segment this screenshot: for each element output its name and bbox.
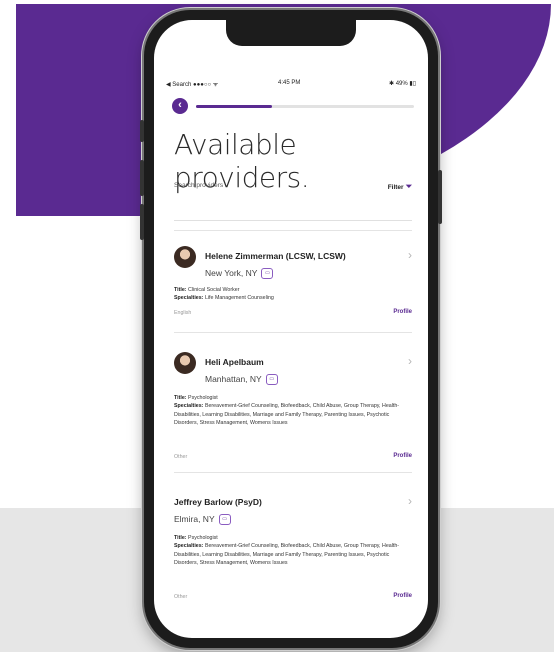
- phone-notch: [226, 20, 356, 46]
- provider-name: Helene Zimmerman (LCSW, LCSW): [205, 251, 346, 261]
- divider: [174, 332, 412, 333]
- search-row: Search providers Filter ⏷: [174, 182, 412, 196]
- avatar: [174, 352, 196, 374]
- chevron-left-icon: ‹: [178, 99, 182, 111]
- provider-specialties: Life Management Counseling: [204, 295, 274, 302]
- phone-screen: ◀ Search ●●●○○ ᯤ 4:45 PM ✱ 49% ▮▯ ‹ Avai…: [154, 20, 428, 638]
- top-nav: ‹: [172, 98, 414, 116]
- specialties-label: Specialties:: [174, 403, 204, 410]
- provider-location-text: Elmira, NY: [174, 514, 215, 524]
- status-carrier: ◀ Search ●●●○○ ᯤ: [166, 82, 219, 88]
- status-bar: ◀ Search ●●●○○ ᯤ 4:45 PM ✱ 49% ▮▯: [166, 80, 416, 92]
- provider-card[interactable]: Heli Apelbaum Manhattan, NY ▭ › Title: Ps…: [174, 350, 412, 476]
- video-icon: ▭: [261, 268, 274, 280]
- title-label: Title:: [174, 535, 187, 541]
- provider-name: Jeffrey Barlow (PsyD): [174, 497, 262, 507]
- phone-frame: ◀ Search ●●●○○ ᯤ 4:45 PM ✱ 49% ▮▯ ‹ Avai…: [140, 10, 442, 648]
- provider-name: Heli Apelbaum: [205, 357, 264, 367]
- provider-specialties: Bereavement-Grief Counseling, Biofeedbac…: [174, 403, 400, 426]
- phone-volume-up: [140, 160, 144, 196]
- provider-title: Psychologist: [188, 535, 218, 541]
- provider-details: Title: Clinical Social Worker Specialtie…: [174, 286, 412, 303]
- search-label: Search providers: [174, 182, 224, 189]
- video-icon: ▭: [218, 514, 231, 526]
- chevron-right-icon[interactable]: ›: [408, 494, 412, 508]
- provider-location: Elmira, NY ▭: [174, 514, 231, 526]
- provider-specialties: Bereavement-Grief Counseling, Biofeedbac…: [174, 543, 400, 566]
- title-line: Title: Psychologist: [174, 395, 218, 401]
- provider-title: Clinical Social Worker: [188, 287, 240, 293]
- provider-location-text: New York, NY: [205, 268, 258, 278]
- profile-link[interactable]: Profile: [393, 453, 412, 459]
- filter-label: Filter: [387, 184, 404, 191]
- title-label: Title:: [174, 395, 187, 401]
- specialties-label: Specialties:: [174, 543, 204, 550]
- phone-volume-down: [140, 204, 144, 240]
- chevron-right-icon[interactable]: ›: [408, 354, 412, 368]
- filter-button[interactable]: Filter ⏷: [388, 182, 412, 192]
- back-button[interactable]: ‹: [172, 98, 188, 114]
- profile-link[interactable]: Profile: [393, 593, 412, 599]
- provider-details: Title: Psychologist Specialties: Bereave…: [174, 534, 412, 567]
- funnel-icon: ⏷: [405, 182, 412, 191]
- provider-language: Other: [174, 594, 188, 600]
- profile-link[interactable]: Profile: [393, 309, 412, 315]
- status-time: 4:45 PM: [278, 80, 301, 86]
- search-input[interactable]: [174, 198, 412, 221]
- specialties-label: Specialties:: [174, 295, 204, 302]
- progress-fill: [196, 105, 273, 108]
- divider: [174, 230, 412, 231]
- video-icon: ▭: [265, 374, 278, 386]
- provider-language: Other: [174, 454, 188, 460]
- provider-title: Psychologist: [188, 395, 218, 401]
- status-battery: ✱ 49% ▮▯: [389, 81, 416, 87]
- title-label: Title:: [174, 287, 187, 293]
- avatar: [174, 246, 196, 268]
- provider-location-text: Manhattan, NY: [205, 374, 262, 384]
- provider-card[interactable]: Helene Zimmerman (LCSW, LCSW) New York, …: [174, 242, 412, 342]
- provider-location: Manhattan, NY ▭: [205, 374, 278, 386]
- progress-track: [196, 105, 414, 108]
- chevron-right-icon[interactable]: ›: [408, 248, 412, 262]
- divider: [174, 472, 412, 473]
- provider-details: Title: Psychologist Specialties: Bereave…: [174, 394, 412, 427]
- phone-power-button: [438, 170, 442, 224]
- provider-card[interactable]: Jeffrey Barlow (PsyD) Elmira, NY ▭ › Titl…: [174, 494, 412, 624]
- provider-language: English: [174, 310, 192, 316]
- provider-location: New York, NY ▭: [205, 268, 274, 280]
- phone-side-button: [140, 120, 144, 142]
